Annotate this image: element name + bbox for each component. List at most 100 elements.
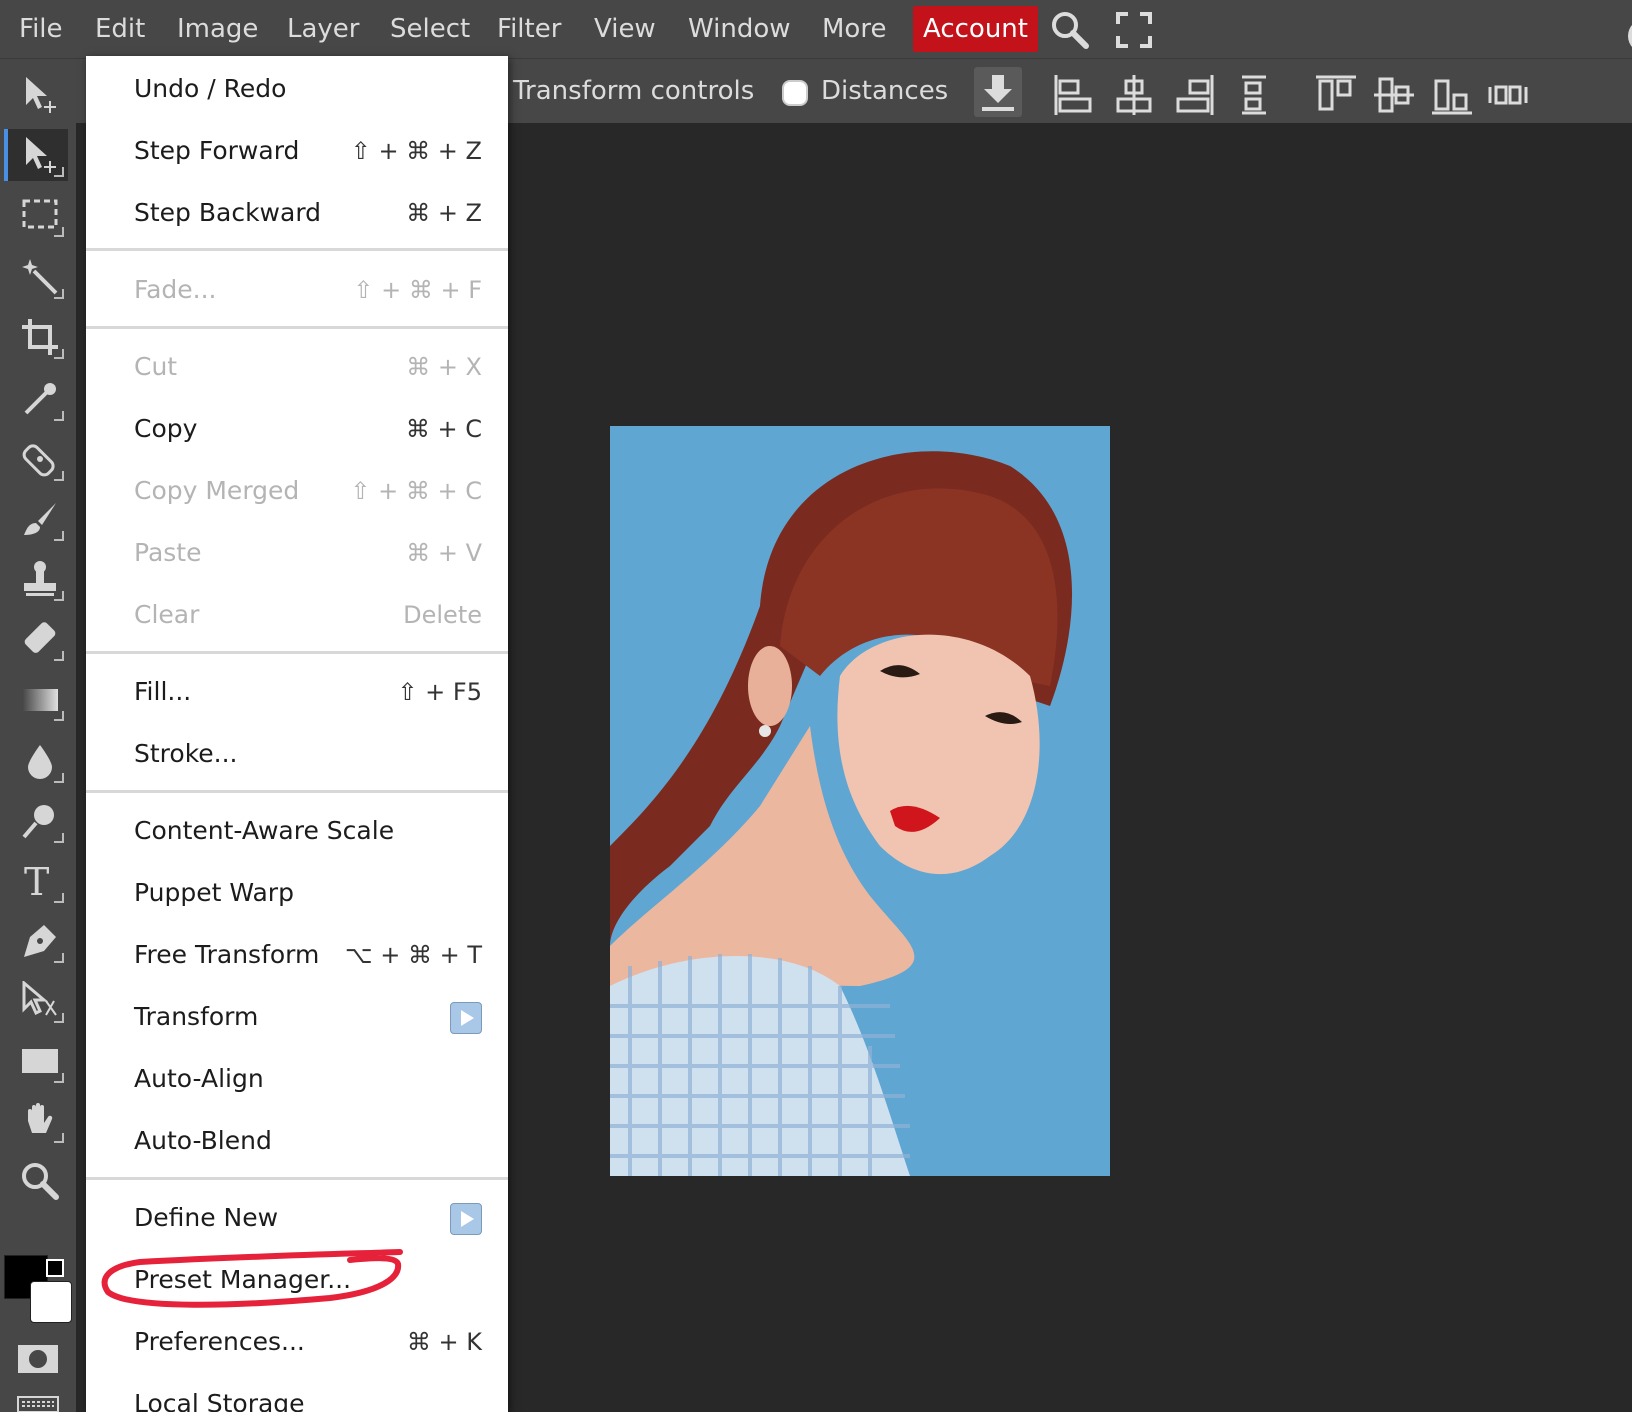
menu-layer[interactable]: Layer xyxy=(277,0,370,58)
menu-item-label: Transform xyxy=(134,1002,259,1031)
tool-bar: T xyxy=(0,59,76,1412)
menu-select[interactable]: Select xyxy=(380,0,480,58)
gear-icon[interactable] xyxy=(1612,16,1632,56)
menu-item-fill[interactable]: Fill... ⇧ + F5 xyxy=(86,663,508,721)
menu-item-local-storage[interactable]: Local Storage xyxy=(86,1375,508,1412)
align-left-icon[interactable] xyxy=(1052,73,1096,117)
menu-item-shortcut: ⌘ + C xyxy=(405,415,482,443)
shape-icon[interactable] xyxy=(8,1035,68,1087)
align-center-icon[interactable] xyxy=(1112,73,1156,117)
menu-item-puppet-warp[interactable]: Puppet Warp xyxy=(86,864,508,922)
menu-image[interactable]: Image xyxy=(167,0,268,58)
sponge-icon[interactable] xyxy=(8,795,68,847)
magic-wand-icon[interactable] xyxy=(8,251,68,303)
healing-icon[interactable] xyxy=(8,433,68,485)
menu-item-label: Free Transform xyxy=(134,940,320,969)
hand-icon[interactable] xyxy=(8,1095,68,1147)
menu-item-shortcut: Delete xyxy=(403,601,482,629)
menu-item-auto-blend[interactable]: Auto-Blend xyxy=(86,1112,508,1170)
menu-more[interactable]: More xyxy=(812,0,896,58)
menu-item-step-forward[interactable]: Step Forward ⇧ + ⌘ + Z xyxy=(86,122,508,180)
keyboard-icon[interactable] xyxy=(16,1395,60,1412)
menu-item-label: Define New xyxy=(134,1203,279,1232)
pen-icon[interactable] xyxy=(8,915,68,967)
menu-bar: File Edit Image Layer Select Filter View… xyxy=(0,0,1632,59)
submenu-arrow-icon xyxy=(450,1002,482,1034)
menu-item-free-transform[interactable]: Free Transform ⌥ + ⌘ + T xyxy=(86,926,508,984)
menu-item-define-new[interactable]: Define New xyxy=(86,1189,508,1247)
menu-divider xyxy=(86,326,508,329)
marquee-icon[interactable] xyxy=(8,189,68,241)
menu-item-shortcut: ⇧ + ⌘ + F xyxy=(353,276,482,304)
distances-checkbox[interactable] xyxy=(782,80,808,106)
menu-view[interactable]: View xyxy=(584,0,666,58)
menu-item-label: Cut xyxy=(134,352,178,381)
menu-item-shortcut: ⌘ + X xyxy=(406,353,482,381)
crop-icon[interactable] xyxy=(8,311,68,363)
search-icon[interactable] xyxy=(1050,10,1090,50)
menu-item-label: Copy Merged xyxy=(134,476,300,505)
portrait-image[interactable] xyxy=(610,426,1110,1176)
blur-icon[interactable] xyxy=(8,735,68,787)
path-select-icon[interactable] xyxy=(8,975,68,1027)
menu-item-cut[interactable]: Cut ⌘ + X xyxy=(86,338,508,396)
eyedropper-icon[interactable] xyxy=(8,373,68,425)
menu-item-paste[interactable]: Paste ⌘ + V xyxy=(86,524,508,582)
align-bottom-icon[interactable] xyxy=(1430,73,1474,117)
move-tool-icon[interactable] xyxy=(8,69,68,121)
menu-item-label: Step Forward xyxy=(134,136,300,165)
menu-item-shortcut: ⇧ + ⌘ + Z xyxy=(350,137,482,165)
stamp-icon[interactable] xyxy=(8,553,68,605)
reset-colors-icon[interactable] xyxy=(46,1259,64,1277)
menu-file[interactable]: File xyxy=(9,0,73,58)
menu-item-shortcut: ⌘ + Z xyxy=(406,199,482,227)
edit-dropdown-menu: Undo / Redo Step Forward ⇧ + ⌘ + Z Step … xyxy=(86,56,508,1412)
menu-item-label: Content-Aware Scale xyxy=(134,816,395,845)
transform-controls-label[interactable]: Transform controls xyxy=(513,59,754,123)
align-middle-icon[interactable] xyxy=(1372,73,1416,117)
eraser-icon[interactable] xyxy=(8,613,68,665)
menu-item-copy[interactable]: Copy ⌘ + C xyxy=(86,400,508,458)
align-right-icon[interactable] xyxy=(1172,73,1216,117)
menu-item-step-backward[interactable]: Step Backward ⌘ + Z xyxy=(86,184,508,242)
menu-item-label: Stroke... xyxy=(134,739,238,768)
download-icon[interactable] xyxy=(974,67,1022,117)
zoom-icon[interactable] xyxy=(8,1155,68,1207)
menu-edit[interactable]: Edit xyxy=(85,0,155,58)
menu-filter[interactable]: Filter xyxy=(487,0,571,58)
menu-window[interactable]: Window xyxy=(678,0,801,58)
menu-item-shortcut: ⌘ + V xyxy=(406,539,482,567)
menu-item-label: Preferences... xyxy=(134,1327,305,1356)
menu-item-label: Step Backward xyxy=(134,198,322,227)
distribute-horizontal-icon[interactable] xyxy=(1486,73,1530,117)
distribute-vertical-icon[interactable] xyxy=(1232,73,1276,117)
text-icon[interactable]: T xyxy=(8,855,68,907)
menu-item-label: Fade... xyxy=(134,275,217,304)
brush-icon[interactable] xyxy=(8,493,68,545)
menu-item-undo-redo[interactable]: Undo / Redo xyxy=(86,60,508,118)
select-move-icon[interactable] xyxy=(4,129,68,181)
menu-item-transform[interactable]: Transform xyxy=(86,988,508,1046)
gradient-icon[interactable] xyxy=(8,673,68,725)
account-button[interactable]: Account xyxy=(913,6,1038,52)
menu-item-stroke[interactable]: Stroke... xyxy=(86,725,508,783)
menu-item-shortcut: ⇧ + F5 xyxy=(397,678,482,706)
quick-mask-icon[interactable] xyxy=(16,1343,60,1375)
menu-item-shortcut: ⌥ + ⌘ + T xyxy=(344,941,482,969)
submenu-arrow-icon xyxy=(450,1203,482,1235)
align-top-icon[interactable] xyxy=(1314,73,1358,117)
menu-divider xyxy=(86,651,508,654)
fullscreen-icon[interactable] xyxy=(1114,10,1154,50)
menu-item-copy-merged[interactable]: Copy Merged ⇧ + ⌘ + C xyxy=(86,462,508,520)
menu-item-clear[interactable]: Clear Delete xyxy=(86,586,508,644)
distances-label[interactable]: Distances xyxy=(821,59,948,123)
menu-item-label: Undo / Redo xyxy=(134,74,287,103)
menu-item-content-aware-scale[interactable]: Content-Aware Scale xyxy=(86,802,508,860)
red-annotation-circle xyxy=(101,1249,403,1308)
menu-item-label: Puppet Warp xyxy=(134,878,294,907)
menu-item-fade[interactable]: Fade... ⇧ + ⌘ + F xyxy=(86,261,508,319)
background-color-swatch[interactable] xyxy=(30,1281,72,1323)
menu-divider xyxy=(86,1177,508,1180)
menu-item-auto-align[interactable]: Auto-Align xyxy=(86,1050,508,1108)
menu-item-preferences[interactable]: Preferences... ⌘ + K xyxy=(86,1313,508,1371)
